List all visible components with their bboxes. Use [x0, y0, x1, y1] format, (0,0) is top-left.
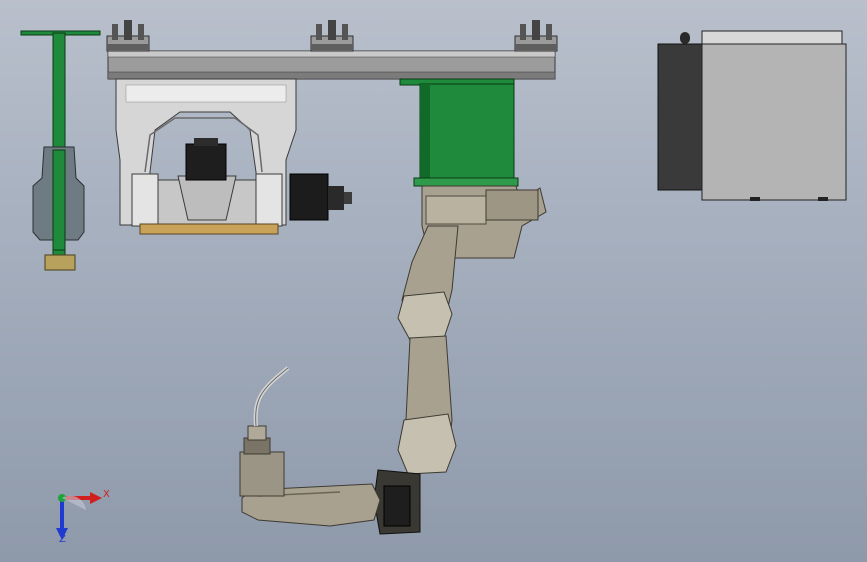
- beam-bracket-middle: [310, 20, 354, 52]
- beam-bracket-left: [106, 20, 150, 52]
- positioner-assembly[interactable]: [115, 78, 352, 235]
- axis-triad-icon: [56, 492, 102, 540]
- controller-cabinet[interactable]: [657, 30, 847, 201]
- left-fixture-post[interactable]: [20, 30, 101, 271]
- axis-x-label: X: [103, 489, 110, 500]
- cad-viewport[interactable]: X Z: [0, 0, 867, 562]
- beam-bracket-right: [514, 20, 558, 52]
- axis-z-label: Z: [59, 534, 66, 545]
- gantry-beam[interactable]: [106, 20, 558, 80]
- robot-arm[interactable]: [239, 185, 547, 535]
- robot-carriage[interactable]: [399, 78, 519, 187]
- cad-model-scene[interactable]: X Z: [0, 0, 867, 562]
